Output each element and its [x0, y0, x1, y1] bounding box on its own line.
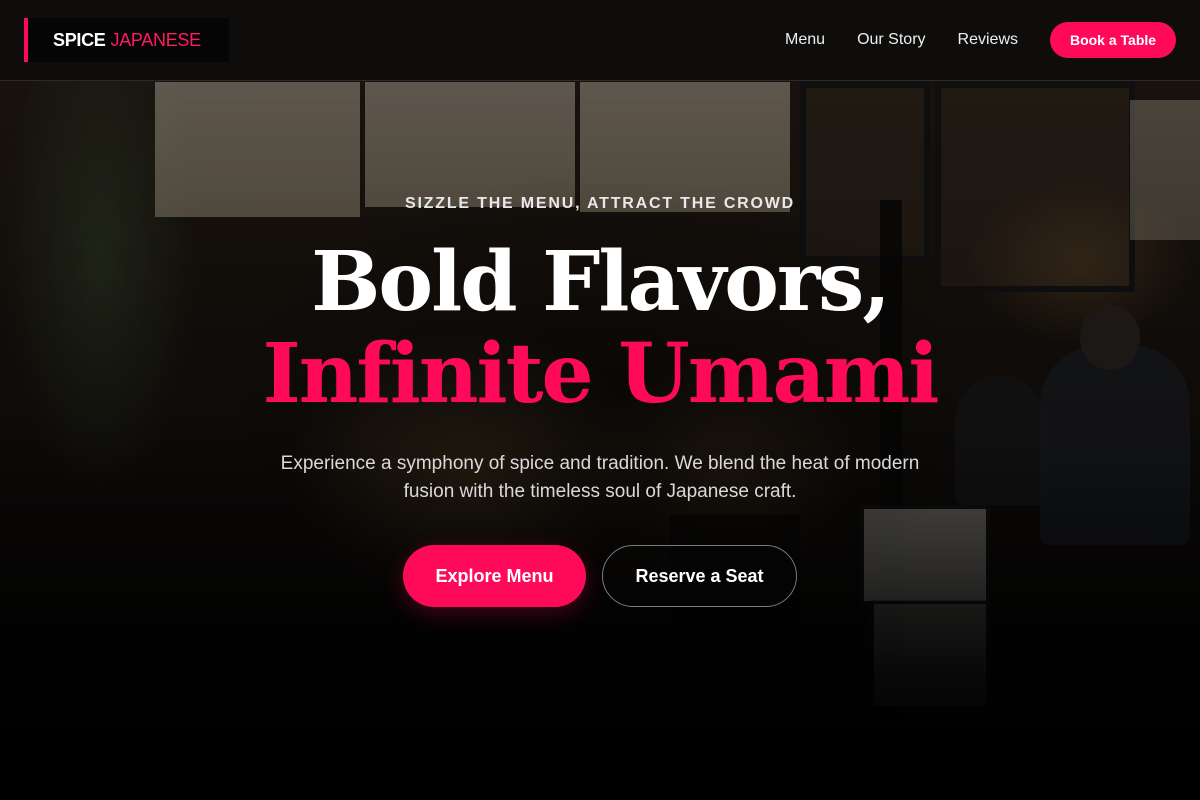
nav-link-our-story[interactable]: Our Story	[857, 31, 925, 49]
logo-accent-text: JAPANESE	[110, 29, 202, 50]
headline-line-1: Bold Flavors,	[311, 234, 891, 330]
hero-eyebrow: SIZZLE THE MENU, ATTRACT THE CROWD	[404, 195, 796, 212]
hero-subtitle: Experience a symphony of spice and tradi…	[280, 453, 920, 502]
headline-line-2: Infinite Umami	[262, 326, 939, 422]
reserve-seat-button[interactable]: Reserve a Seat	[602, 545, 797, 607]
book-table-button[interactable]: Book a Table	[1050, 22, 1176, 58]
hero-cta-group: Explore Menu Reserve a Seat	[0, 545, 1200, 607]
nav-link-reviews[interactable]: Reviews	[958, 31, 1018, 49]
brand-logo[interactable]: SPICE JAPANESE	[24, 18, 229, 62]
navbar: SPICE JAPANESE Menu Our Story Reviews Bo…	[0, 0, 1200, 81]
logo-primary-text: SPICE	[53, 29, 106, 50]
landing-page: SPICE JAPANESE Menu Our Story Reviews Bo…	[0, 0, 1200, 800]
nav-link-menu[interactable]: Menu	[785, 31, 825, 49]
hero-headline: Bold Flavors, Infinite Umami	[0, 236, 1200, 420]
nav-links: Menu Our Story Reviews	[785, 0, 1018, 80]
explore-menu-button[interactable]: Explore Menu	[403, 545, 586, 607]
